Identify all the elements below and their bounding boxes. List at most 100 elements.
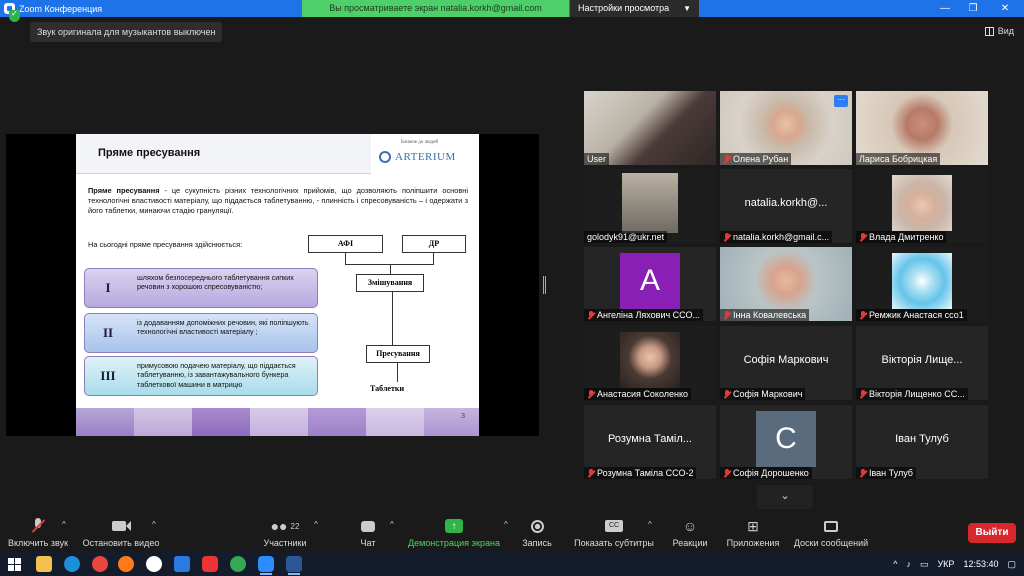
leave-meeting-button[interactable]: Выйти	[968, 523, 1016, 543]
arterium-logo: Ближче до людей ARTERIUM	[371, 134, 479, 174]
flow-afi-box: АФІ	[308, 235, 383, 253]
participant-tile[interactable]: Влада Дмитренко	[856, 169, 988, 243]
participant-display-name: Софія Маркович	[743, 354, 829, 366]
tray-overflow-icon[interactable]: ^	[893, 559, 897, 569]
reactions-button[interactable]: ☺ Реакции	[670, 516, 710, 548]
shared-screen[interactable]: Пряме пресування Ближче до людей ARTERIU…	[6, 134, 539, 436]
stop-video-label: Остановить видео	[82, 538, 160, 548]
definition-text: Пряме пресування - це сукупність різних …	[88, 186, 468, 217]
maximize-button[interactable]: ❐	[958, 0, 988, 17]
participant-tile[interactable]: Анастасия Соколенко	[584, 326, 716, 400]
firefox-browser-icon[interactable]	[118, 556, 134, 572]
participant-tile[interactable]: Софія Маркович Софія Маркович	[720, 326, 852, 400]
logo-text: ARTERIUM	[395, 151, 456, 163]
participant-tile[interactable]: A Ангеліна Ляхович ССО...	[584, 247, 716, 321]
footer-stripe	[308, 408, 366, 436]
footer-stripe	[250, 408, 308, 436]
flow-line	[392, 292, 393, 345]
definition-term: Пряме пресування	[88, 186, 160, 195]
participant-video	[892, 175, 952, 231]
windows-start-icon[interactable]	[6, 556, 22, 572]
participant-tile[interactable]: Вікторія Лище... Вікторія Лищенко СС...	[856, 326, 988, 400]
record-button[interactable]: Запись	[518, 516, 556, 548]
whiteboard-icon	[792, 516, 870, 536]
participant-name-label: Олена Рубан	[720, 153, 792, 165]
tile-more-options-button[interactable]: ···	[834, 95, 848, 107]
chrome-browser-icon[interactable]	[146, 556, 162, 572]
audio-options-chevron[interactable]: ^	[62, 520, 66, 529]
view-settings-button[interactable]: Настройки просмотра ▼	[570, 0, 699, 17]
participant-name-label: Іван Тулуб	[856, 467, 916, 479]
chat-button[interactable]: Чат ^	[350, 516, 394, 548]
participant-display-name: Іван Тулуб	[895, 433, 949, 445]
participant-tile-active-speaker[interactable]: golodyk91@ukr.net	[584, 169, 716, 243]
minimize-button[interactable]: —	[930, 0, 960, 17]
participant-tile[interactable]: Розумна Таміл... Розумна Тамiла ССО-2	[584, 405, 716, 479]
close-button[interactable]: ✕	[990, 0, 1020, 17]
participant-display-name: natalia.korkh@...	[744, 197, 828, 209]
participant-name: golodyk91@ukr.net	[587, 232, 665, 242]
network-icon[interactable]: ▭	[920, 559, 929, 570]
clock[interactable]: 12:53:40	[963, 559, 998, 569]
footer-stripe	[424, 408, 479, 436]
participant-tile[interactable]: Іван Тулуб Іван Тулуб	[856, 405, 988, 479]
share-screen-button[interactable]: ↑ Демонстрация экрана ^	[406, 516, 508, 548]
word-taskbar-icon[interactable]	[286, 556, 302, 575]
speaker-icon[interactable]: ♪	[906, 559, 911, 569]
participant-name-label: User	[584, 153, 610, 165]
participant-video	[622, 173, 678, 233]
participant-name-label: Розумна Тамiла ССО-2	[584, 467, 697, 479]
participant-tile[interactable]: User	[584, 91, 716, 165]
stop-video-button[interactable]: Остановить видео ^	[80, 516, 162, 548]
share-banner: Вы просматриваете экран natalia.korkh@gm…	[302, 0, 569, 17]
participant-name: Софія Дорошенко	[733, 468, 809, 478]
whiteboards-button[interactable]: Доски сообщений	[792, 516, 870, 548]
opera-browser-icon[interactable]	[92, 556, 108, 572]
participant-name: Вікторія Лищенко СС...	[869, 389, 965, 399]
participant-video	[892, 253, 952, 309]
slide-page-number: 3	[461, 413, 465, 420]
file-explorer-icon[interactable]	[36, 556, 52, 572]
participant-name: natalia.korkh@gmail.c...	[733, 232, 830, 242]
flow-line	[345, 253, 346, 264]
show-captions-button[interactable]: CC Показать субтитры ^	[572, 516, 656, 548]
logo-tagline: Ближче до людей	[401, 140, 438, 145]
muted-mic-icon	[723, 310, 731, 320]
participant-tile[interactable]: natalia.korkh@... natalia.korkh@gmail.c.…	[720, 169, 852, 243]
language-indicator[interactable]: УКР	[937, 559, 954, 569]
view-button[interactable]: Вид	[984, 26, 1014, 36]
notifications-icon[interactable]: ▢	[1007, 559, 1016, 570]
panel-resize-handle[interactable]	[543, 276, 546, 294]
participant-name: Ремжик Анастася ссо1	[869, 310, 964, 320]
encryption-shield-icon[interactable]	[9, 9, 20, 22]
participant-name-label: Софія Маркович	[720, 388, 806, 400]
participant-name: Софія Маркович	[733, 389, 803, 399]
unmute-button[interactable]: Включить звук ^	[6, 516, 70, 548]
chrome-browser-icon[interactable]	[230, 556, 246, 572]
apps-button[interactable]: ⊞ Приложения	[724, 516, 782, 549]
muted-mic-icon	[859, 232, 867, 242]
participant-tile[interactable]: ··· Олена Рубан	[720, 91, 852, 165]
participant-tile[interactable]: Ремжик Анастася ссо1	[856, 247, 988, 321]
edge-browser-icon[interactable]	[64, 556, 80, 572]
participant-tile[interactable]: Інна Ковалевська	[720, 247, 852, 321]
participant-name-label: Інна Ковалевська	[720, 309, 810, 321]
zoom-taskbar-icon[interactable]	[258, 556, 274, 575]
original-sound-notice: Звук оригинала для музыкантов выключен	[30, 22, 223, 42]
scroll-gallery-down-button[interactable]: ⌄	[757, 485, 813, 509]
methods-intro: На сьогодні пряме пресування здійснюєтьс…	[88, 240, 243, 249]
share-options-chevron[interactable]: ^	[504, 520, 508, 529]
reactions-label: Реакции	[672, 538, 708, 548]
participant-name-label: golodyk91@ukr.net	[584, 231, 668, 243]
app-icon[interactable]	[202, 556, 218, 572]
participants-options-chevron[interactable]: ^	[314, 520, 318, 529]
chat-options-chevron[interactable]: ^	[390, 520, 394, 529]
smiley-plus-icon: ☺	[682, 518, 698, 534]
participants-button[interactable]: ●● 22 Участники ^	[260, 516, 318, 548]
participant-avatar: A	[620, 253, 680, 309]
app-icon[interactable]	[174, 556, 190, 572]
participant-tile[interactable]: C Софія Дорошенко	[720, 405, 852, 479]
video-options-chevron[interactable]: ^	[152, 520, 156, 529]
participant-tile[interactable]: Лариса Бобрицкая	[856, 91, 988, 165]
captions-options-chevron[interactable]: ^	[648, 520, 652, 529]
